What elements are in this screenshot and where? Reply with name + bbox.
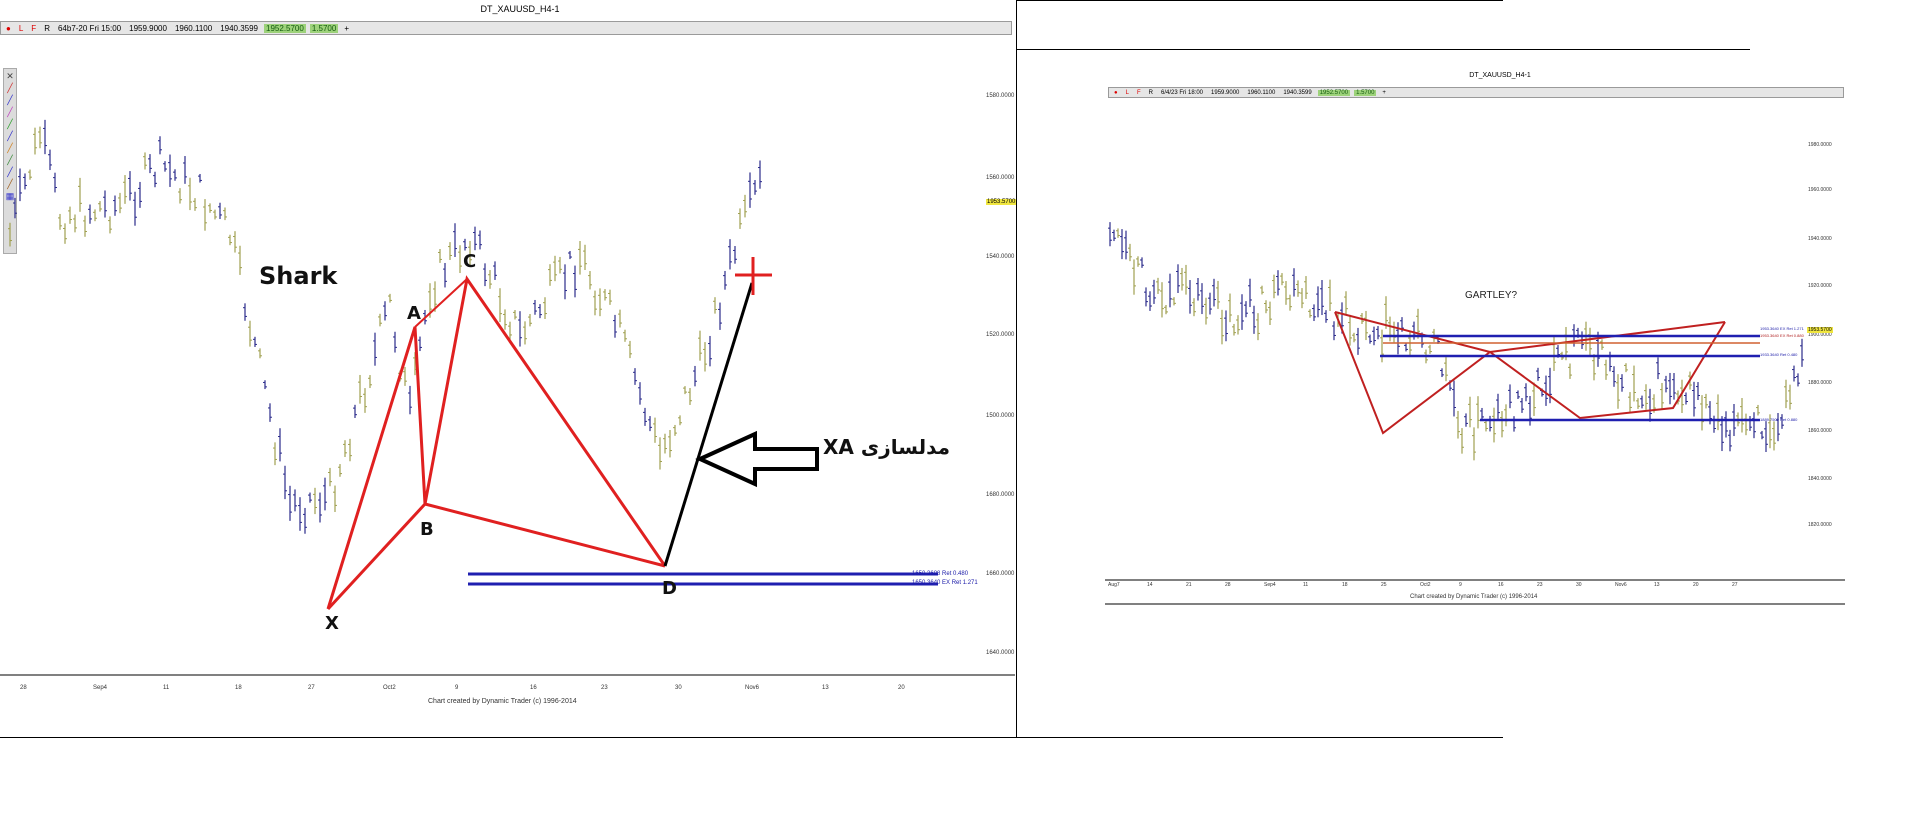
right-price-label: 1840.0000 <box>1808 476 1832 482</box>
right-date-label: 27 <box>1732 582 1738 588</box>
left-price-label: 1500.0000 <box>986 413 1015 419</box>
right-date-label: 11 <box>1303 582 1309 588</box>
point-label-b: B <box>420 519 434 540</box>
right-price-label: 1960.0000 <box>1808 187 1832 193</box>
left-date-label: 16 <box>530 685 537 691</box>
outer-frame-bottom <box>0 737 1503 738</box>
right-record-icon[interactable]: ● <box>1112 90 1120 96</box>
infobar-high: 1960.1100 <box>174 23 213 33</box>
left-price-label: 1640.0000 <box>986 650 1015 656</box>
right-date-label: 18 <box>1342 582 1348 588</box>
right-infobar-date: 6/4/23 Fri 18:00 <box>1160 89 1204 96</box>
projection-line <box>663 282 754 567</box>
left-fib-label-2: 1650.3640 EX Ret 1.271 <box>912 580 978 586</box>
right-date-label: Nov6 <box>1615 582 1627 588</box>
left-date-label: 30 <box>675 685 682 691</box>
right-fib-label-2: 1953.3640 EX Ret 0.880 <box>1760 333 1804 338</box>
right-price-label: 1860.0000 <box>1808 428 1832 434</box>
right-infobar-open: 1959.9000 <box>1211 89 1240 96</box>
point-label-c: C <box>463 251 477 272</box>
left-chart-svg <box>0 119 1015 676</box>
infobar-close: 1952.5700 <box>264 23 306 33</box>
right-date-label: 9 <box>1459 582 1462 588</box>
annotation-xa-modeling: مدلسازی XA <box>823 435 951 459</box>
right-price-label: 1820.0000 <box>1808 522 1832 528</box>
right-date-label: Sep4 <box>1264 582 1276 588</box>
left-price-label: 1540.0000 <box>986 254 1015 260</box>
left-price-label: 1660.0000 <box>986 571 1015 577</box>
left-date-label: Oct2 <box>383 685 396 691</box>
right-date-label: Aug7 <box>1108 582 1120 588</box>
left-price-label: 1680.0000 <box>986 492 1015 498</box>
right-date-label: 14 <box>1147 582 1153 588</box>
left-price-label: 1520.0000 <box>986 332 1015 338</box>
right-infobar-change: 1.5700 <box>1354 89 1377 96</box>
right-date-label: 28 <box>1225 582 1231 588</box>
left-chart-title: DT_XAUUSD_H4-1 <box>480 4 560 14</box>
point-label-a: A <box>407 303 421 324</box>
left-date-label: 20 <box>898 685 905 691</box>
point-label-x: X <box>325 613 339 634</box>
left-date-label: 28 <box>20 685 27 691</box>
right-date-label: 13 <box>1654 582 1660 588</box>
right-date-label: 16 <box>1498 582 1504 588</box>
right-price-label: 1940.0000 <box>1808 236 1832 242</box>
infobar-f[interactable]: F <box>29 24 38 33</box>
left-infobar: ● L F R 64b7-20 Fri 15:00 1959.9000 1960… <box>0 21 1012 35</box>
right-infobar-low: 1940.3599 <box>1283 89 1312 96</box>
left-date-label: Sep4 <box>93 685 108 691</box>
right-date-label: 23 <box>1537 582 1543 588</box>
infobar-l[interactable]: L <box>17 24 25 33</box>
pattern-xb-line <box>326 502 427 611</box>
pattern-label-shark: Shark <box>259 262 338 290</box>
right-price-label: 1920.0000 <box>1808 283 1832 289</box>
left-price-label: 1580.0000 <box>986 93 1015 99</box>
right-chart-svg <box>1105 222 1845 605</box>
right-infobar-high: 1960.1100 <box>1247 89 1276 96</box>
right-chart-title: DT_XAUUSD_H4-1 <box>1469 72 1531 79</box>
right-price-label: 1880.0000 <box>1808 380 1832 386</box>
left-date-label: 23 <box>601 685 608 691</box>
left-fib-label-1: 1650.3688 Ret 0.480 <box>912 571 969 577</box>
left-current-price: 1953.5700 <box>986 199 1017 205</box>
infobar-r[interactable]: R <box>42 24 52 33</box>
right-inner-top-line <box>1016 49 1750 50</box>
infobar-low: 1940.3599 <box>220 23 259 33</box>
record-icon[interactable]: ● <box>4 24 13 33</box>
right-price-label: 1980.0000 <box>1808 142 1832 148</box>
add-icon[interactable]: + <box>342 24 351 33</box>
right-infobar-close: 1952.5700 <box>1317 89 1351 96</box>
outer-frame-top-right <box>1016 0 1503 1</box>
right-date-label: 21 <box>1186 582 1192 588</box>
right-infobar-l[interactable]: L <box>1124 90 1131 96</box>
left-date-label: 9 <box>455 685 459 691</box>
right-date-label: Oct2 <box>1420 582 1431 588</box>
right-credit: Chart created by Dynamic Trader (c) 1996… <box>1410 594 1538 600</box>
arrow-left-icon <box>695 430 819 488</box>
right-fib-label-1: 1953.3640 EX Ret 1.271 <box>1760 326 1804 331</box>
right-current-price: 1953.5700 <box>1807 327 1833 333</box>
left-date-label: 18 <box>235 685 242 691</box>
right-date-label: 30 <box>1576 582 1582 588</box>
right-date-label: 25 <box>1381 582 1387 588</box>
right-infobar: ● L F R 6/4/23 Fri 18:00 1959.9000 1960.… <box>1108 87 1844 98</box>
left-date-label: 27 <box>308 685 315 691</box>
infobar-change: 1.5700 <box>309 23 339 33</box>
right-date-label: 20 <box>1693 582 1699 588</box>
right-fib-label-3: 1933.3640 Ret 0.480 <box>1760 352 1798 357</box>
right-annotation-gartley: GARTLEY? <box>1465 290 1518 301</box>
left-credit: Chart created by Dynamic Trader (c) 1996… <box>428 698 577 705</box>
right-infobar-r[interactable]: R <box>1147 90 1155 96</box>
infobar-open: 1959.9000 <box>129 23 167 33</box>
point-label-d: D <box>662 578 677 599</box>
right-add-icon[interactable]: + <box>1380 90 1388 96</box>
right-fib-label-4: 1889.7500 Ret 0.880 <box>1760 417 1798 422</box>
left-date-label: 13 <box>822 685 829 691</box>
left-date-label: Nov6 <box>745 685 760 691</box>
left-price-label: 1560.0000 <box>986 175 1015 181</box>
infobar-date: 64b7-20 Fri 15:00 <box>57 23 122 33</box>
left-date-label: 11 <box>163 685 170 691</box>
right-infobar-f[interactable]: F <box>1135 90 1143 96</box>
